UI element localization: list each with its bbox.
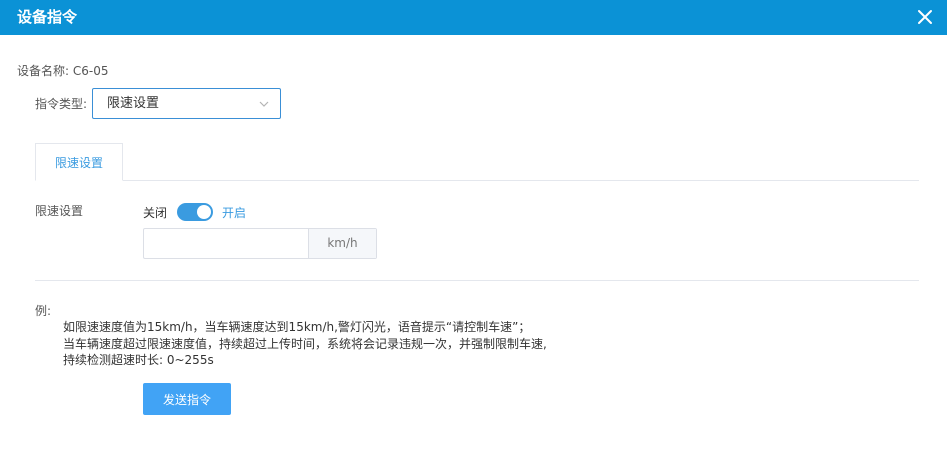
switch-off-label: 关闭	[143, 206, 168, 220]
example-line-3: 持续检测超速时长: 0~255s	[63, 353, 214, 367]
device-name: 设备名称: C6-05	[17, 64, 109, 78]
toggle-knob	[197, 205, 211, 219]
command-type-select[interactable]: 限速设置	[92, 88, 281, 119]
speed-limit-toggle[interactable]	[177, 203, 213, 221]
speed-limit-label: 限速设置	[35, 204, 84, 218]
switch-on-label: 开启	[222, 206, 247, 220]
example-line-1: 如限速速度值为15km/h，当车辆速度达到15km/h,警灯闪光，语音提示“请控…	[63, 320, 531, 334]
dialog-title: 设备指令	[17, 8, 78, 26]
example-label: 例:	[35, 304, 52, 318]
command-type-selected-value: 限速设置	[107, 96, 160, 111]
close-icon	[918, 10, 932, 24]
example-line-2: 当车辆速度超过限速速度值，持续超过上传时间，系统将会记录违规一次，并强制限制车速…	[63, 337, 547, 351]
tab-speed-limit[interactable]: 限速设置	[35, 143, 123, 181]
tab-bar-divider	[35, 180, 919, 181]
speed-input-group: km/h	[143, 228, 377, 259]
chevron-down-icon	[259, 101, 269, 107]
command-type-label: 指令类型:	[35, 97, 88, 111]
close-button[interactable]	[915, 7, 935, 27]
device-command-dialog: 设备指令 设备名称: C6-05 指令类型: 限速设置 限速设置 限速设置 关闭…	[0, 0, 947, 469]
speed-input[interactable]	[144, 229, 308, 258]
send-command-button[interactable]: 发送指令	[143, 383, 231, 415]
section-divider	[35, 280, 919, 281]
tab-speed-limit-label: 限速设置	[54, 156, 103, 170]
dialog-titlebar: 设备指令	[0, 0, 947, 35]
speed-unit-label: km/h	[308, 229, 376, 258]
